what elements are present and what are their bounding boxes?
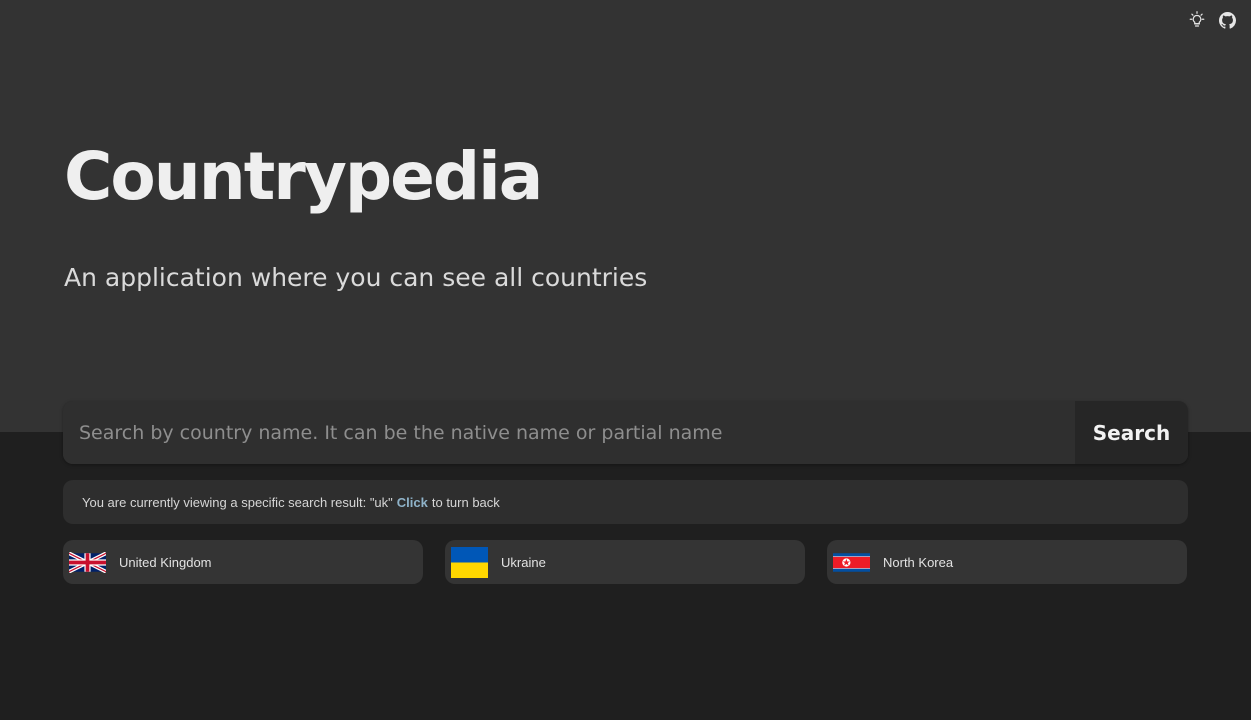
country-card-ukraine[interactable]: Ukraine xyxy=(445,540,805,584)
results-list: United Kingdom Ukraine North Korea xyxy=(63,540,1188,584)
search-input[interactable] xyxy=(63,401,1075,464)
country-card-united-kingdom[interactable]: United Kingdom xyxy=(63,540,423,584)
page-subtitle: An application where you can see all cou… xyxy=(64,263,648,292)
country-name: Ukraine xyxy=(501,554,546,570)
hero-section: Countrypedia An application where you ca… xyxy=(0,0,1251,432)
search-bar: Search xyxy=(63,401,1188,464)
page-title: Countrypedia xyxy=(64,138,543,215)
notice-suffix: to turn back xyxy=(431,494,500,510)
uk-flag-icon xyxy=(69,551,106,573)
search-button[interactable]: Search xyxy=(1075,401,1188,464)
country-name: United Kingdom xyxy=(119,554,212,570)
turn-back-link[interactable]: Click xyxy=(397,495,428,510)
country-card-north-korea[interactable]: North Korea xyxy=(827,540,1187,584)
ukraine-flag-icon xyxy=(451,546,488,578)
github-icon[interactable] xyxy=(1218,10,1237,30)
north-korea-flag-icon xyxy=(833,552,870,573)
country-name: North Korea xyxy=(883,554,954,570)
search-result-notice: You are currently viewing a specific sea… xyxy=(63,480,1188,524)
topbar-icons xyxy=(1187,10,1237,30)
lightbulb-icon[interactable] xyxy=(1187,10,1206,30)
notice-text: You are currently viewing a specific sea… xyxy=(82,494,393,510)
page: Countrypedia An application where you ca… xyxy=(0,0,1251,720)
